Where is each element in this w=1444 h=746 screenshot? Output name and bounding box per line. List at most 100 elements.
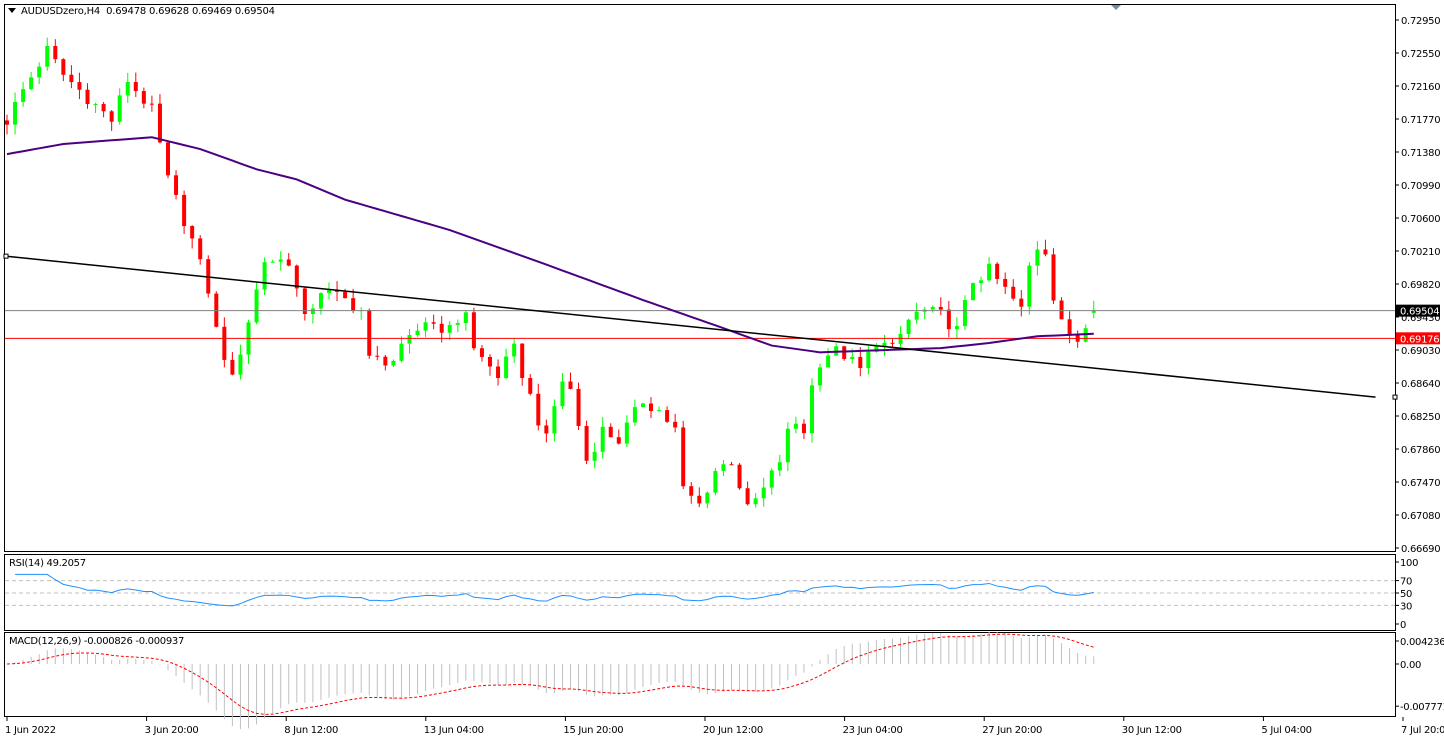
macd-panel-frame [4, 632, 1396, 717]
price-tick-label: 0.70210 [1401, 247, 1440, 258]
time-tick-label: 7 Jul 20:00 [1401, 725, 1444, 736]
bull-candle [657, 410, 662, 412]
bull-candle [278, 259, 283, 262]
macd-tick-label: -0.007771 [1400, 702, 1444, 713]
bear-candle [536, 393, 541, 426]
time-tick-label: 1 Jun 2022 [5, 725, 56, 736]
bear-candle [689, 486, 694, 496]
bull-candle [512, 343, 517, 357]
price-tick-label: 0.72950 [1401, 16, 1440, 27]
time-tick-label: 20 Jun 12:00 [703, 725, 763, 736]
bear-candle [101, 103, 106, 112]
bull-candle [930, 306, 935, 310]
bull-candle [37, 66, 42, 78]
bear-candle [69, 74, 74, 83]
chart-shift-marker-icon[interactable] [1111, 5, 1121, 10]
bear-candle [544, 425, 549, 434]
level-price-tag: 0.69176 [1400, 334, 1439, 345]
time-tick-label: 15 Jun 20:00 [563, 725, 623, 736]
bear-candle [697, 495, 702, 504]
bull-candle [423, 322, 428, 331]
bear-candle [608, 426, 613, 438]
bull-candle [962, 300, 967, 327]
bear-candle [286, 259, 291, 266]
bull-candle [552, 406, 557, 434]
time-tick-label: 23 Jun 04:00 [843, 725, 903, 736]
bear-candle [471, 312, 476, 349]
bear-candle [520, 343, 525, 378]
bull-candle [29, 77, 34, 90]
bull-candle [979, 280, 984, 284]
bull-candle [318, 293, 323, 309]
price-tick-label: 0.71380 [1401, 148, 1440, 159]
bear-candle [673, 421, 678, 428]
dropdown-arrow-icon[interactable] [8, 8, 16, 13]
bear-candle [61, 59, 66, 75]
bear-candle [343, 291, 348, 299]
bull-candle [262, 262, 267, 290]
ohlc-values: 0.69478 0.69628 0.69469 0.69504 [106, 6, 275, 17]
bull-candle [254, 289, 259, 323]
bull-candle [954, 326, 959, 330]
price-tick-label: 0.69030 [1401, 346, 1440, 357]
bear-candle [946, 309, 951, 330]
bull-candle [826, 355, 831, 368]
bear-candle [858, 356, 863, 369]
bull-candle [971, 283, 975, 301]
chart-window: 0.72950 0.72550 0.72160 0.71770 0.71380 0.709… [0, 0, 1444, 743]
bull-candle [1035, 249, 1040, 266]
bear-candle [665, 410, 670, 422]
trendline [5, 255, 1376, 398]
bear-candle [938, 306, 943, 310]
chart-header: AUDUSDzero,H4 0.69478 0.69628 0.69469 0.… [8, 6, 275, 17]
price-tick-label: 0.67470 [1401, 478, 1440, 489]
bull-candle [632, 407, 637, 423]
rsi-line [15, 573, 1094, 607]
bull-candle [125, 82, 130, 96]
bear-candle [488, 356, 492, 367]
bull-candle [898, 333, 903, 344]
bear-candle [649, 403, 653, 412]
time-tick-label: 27 Jun 20:00 [982, 725, 1042, 736]
bear-candle [1067, 319, 1072, 336]
bear-candle [431, 322, 436, 324]
bear-candle [182, 194, 187, 227]
bull-candle [721, 464, 726, 471]
bear-candle [842, 346, 847, 359]
price-tick-label: 0.69820 [1401, 280, 1440, 291]
price-tick-label: 0.66690 [1401, 544, 1440, 555]
bear-candle [133, 82, 138, 92]
time-tick-label: 8 Jun 12:00 [284, 725, 338, 736]
bear-candle [294, 265, 299, 289]
bull-candle [785, 428, 790, 463]
bull-candle [793, 423, 798, 429]
price-tick-label: 0.67080 [1401, 511, 1440, 522]
bear-candle [528, 377, 533, 394]
chart-canvas[interactable]: 0.72950 0.72550 0.72160 0.71770 0.71380 0.709… [0, 0, 1444, 743]
bear-candle [5, 120, 9, 125]
bull-candle [447, 324, 452, 333]
bear-candle [1059, 300, 1064, 320]
price-tick-label: 0.70600 [1401, 214, 1440, 225]
bid-price-tag: 0.69504 [1400, 307, 1439, 318]
bull-candle [504, 356, 509, 379]
bull-candle [21, 89, 26, 102]
bull-candle [761, 487, 766, 499]
bull-candle [640, 403, 645, 408]
bear-candle [141, 91, 146, 104]
bear-candle [1043, 249, 1048, 255]
bear-candle [801, 423, 806, 434]
bull-candle [13, 101, 18, 125]
price-tick-label: 0.72160 [1401, 82, 1440, 93]
bull-candle [866, 351, 871, 369]
bull-candle [810, 385, 814, 434]
bull-candle [850, 356, 855, 359]
bear-candle [681, 427, 686, 487]
bear-candle [737, 464, 742, 489]
bear-candle [479, 348, 484, 357]
bear-candle [1003, 278, 1008, 287]
bear-candle [149, 103, 154, 105]
price-tick-label: 0.72550 [1401, 49, 1440, 60]
bull-candle [93, 103, 98, 105]
bull-candle [600, 426, 605, 452]
